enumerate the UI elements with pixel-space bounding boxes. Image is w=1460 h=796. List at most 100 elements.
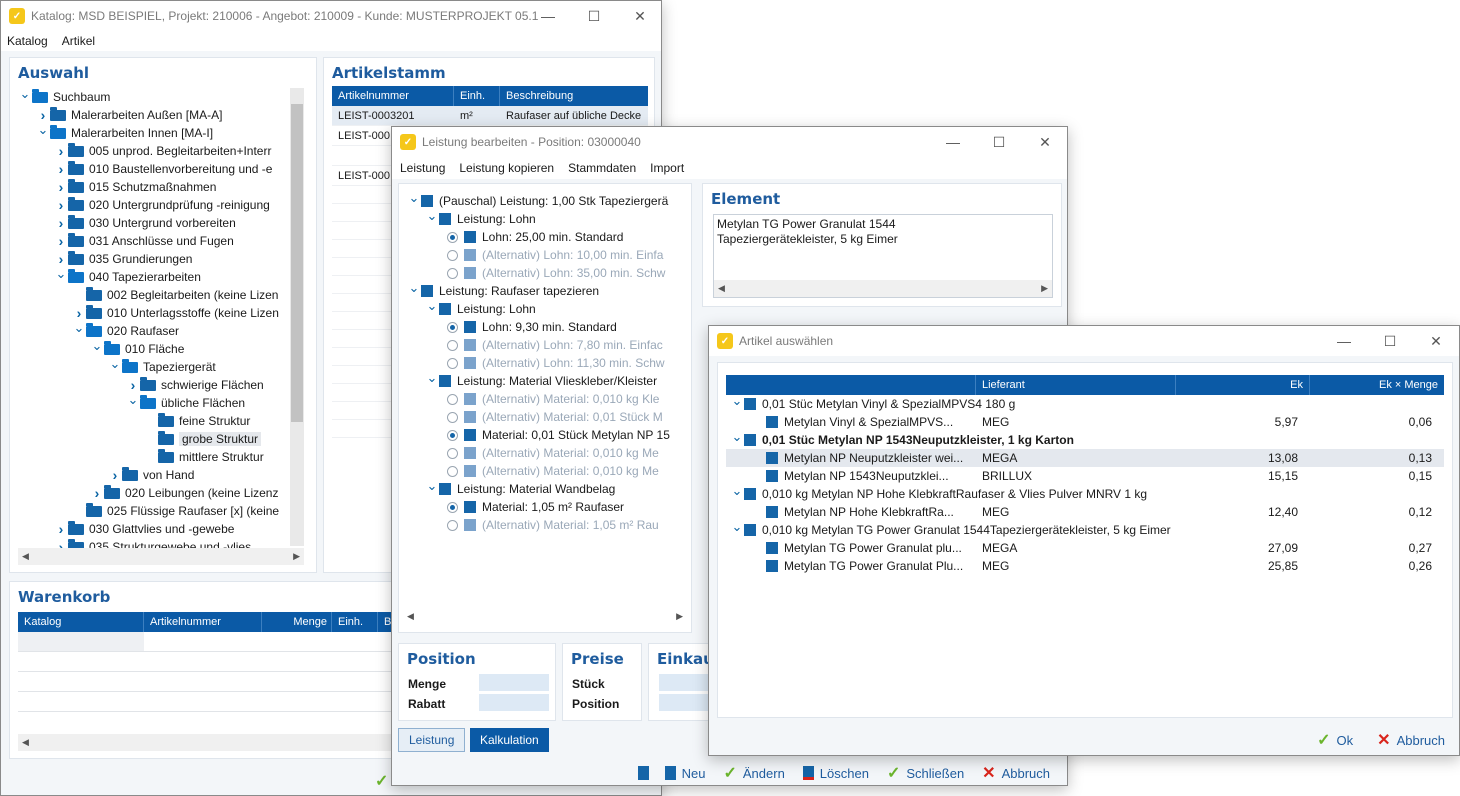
leistung-hscroll[interactable]: ◀ ▶ — [403, 608, 687, 625]
group-row[interactable]: ⌄ 0,010 kg Metylan TG Power Granulat 1544… — [726, 521, 1444, 539]
element-textbox[interactable]: Metylan TG Power Granulat 1544 Tapezierg… — [713, 214, 1053, 298]
tree-node[interactable]: › von Hand — [18, 466, 290, 484]
tree-node[interactable]: ⌄ 040 Tapezierarbeiten — [18, 266, 290, 286]
menu-stammdaten[interactable]: Stammdaten — [568, 161, 636, 175]
col-einheit[interactable]: Einh. — [454, 86, 500, 106]
radio-button[interactable] — [447, 519, 458, 531]
schliessen-button[interactable]: ✓ Schließen — [887, 763, 964, 783]
chevron-down-icon[interactable]: ⌄ — [730, 432, 744, 445]
menu-import[interactable]: Import — [650, 161, 684, 175]
menu-leistung-kopieren[interactable]: Leistung kopieren — [459, 161, 554, 175]
scroll-left-icon[interactable]: ◀ — [407, 611, 414, 622]
radio-button[interactable] — [447, 465, 458, 477]
chevron-right-icon[interactable]: › — [54, 215, 68, 231]
col-artikelnummer[interactable]: Artikelnummer — [144, 612, 262, 632]
tree-node[interactable]: › schwierige Flächen — [18, 376, 290, 394]
aendern-button[interactable]: ✓ Ändern — [723, 763, 784, 783]
chevron-right-icon[interactable]: › — [54, 539, 68, 548]
maximize-button[interactable]: ☐ — [976, 127, 1022, 157]
tree-node[interactable]: ⌄ übliche Flächen — [18, 392, 290, 412]
leistung-tree-node[interactable]: ⌄ Leistung: Raufaser tapezieren — [407, 280, 687, 300]
menu-artikel[interactable]: Artikel — [62, 34, 95, 48]
radio-button[interactable] — [447, 267, 458, 279]
leistung-tree-node[interactable]: (Alternativ) Lohn: 11,30 min. Schw — [407, 354, 687, 372]
col-artikel[interactable] — [726, 375, 976, 395]
radio-button[interactable] — [447, 501, 458, 513]
auswahl-hscroll[interactable]: ◀ ▶ — [18, 548, 304, 565]
leistung-tree-node[interactable]: (Alternativ) Material: 1,05 m² Rau — [407, 516, 687, 534]
ok-button[interactable]: ✓ Ok — [1317, 730, 1353, 750]
tree-node[interactable]: › 015 Schutzmaßnahmen — [18, 178, 290, 196]
col-ek-menge[interactable]: Ek × Menge — [1310, 375, 1444, 395]
tree-node[interactable]: › 010 Unterlagsstoffe (keine Lizen — [18, 304, 290, 322]
tree-node[interactable]: › 030 Glattvlies und -gewebe — [18, 520, 290, 538]
chevron-down-icon[interactable]: ⌄ — [72, 320, 86, 336]
list-item[interactable]: Metylan Vinyl & SpezialMPVS... MEG 5,97 0,0… — [726, 413, 1444, 431]
list-item[interactable]: Metylan NP 1543Neuputzklei... BRILLUX 15,1… — [726, 467, 1444, 485]
tree-node[interactable]: mittlere Struktur — [18, 448, 290, 466]
scroll-right-icon[interactable]: ▶ — [676, 611, 683, 622]
chevron-down-icon[interactable]: ⌄ — [730, 522, 744, 535]
chevron-down-icon[interactable]: ⌄ — [126, 392, 140, 408]
menge-field[interactable] — [479, 674, 549, 691]
tree-node[interactable]: › 010 Baustellenvorbereitung und -e — [18, 160, 290, 178]
list-item[interactable]: Metylan NP Hohe KlebkraftRa... MEG 12,40 0,… — [726, 503, 1444, 521]
chevron-right-icon[interactable]: › — [54, 143, 68, 159]
abbruch-button[interactable]: ✕ Abbruch — [982, 763, 1050, 783]
col-artikelnummer[interactable]: Artikelnummer — [332, 86, 454, 106]
tree-node[interactable]: 002 Begleitarbeiten (keine Lizen — [18, 286, 290, 304]
chevron-right-icon[interactable]: › — [54, 161, 68, 177]
leistung-tree-node[interactable]: ⌄ Leistung: Material Vlieskleber/Kleister — [407, 370, 687, 390]
leistung-tree-node[interactable]: Material: 0,01 Stück Metylan NP 15 — [407, 426, 687, 444]
radio-button[interactable] — [447, 231, 458, 243]
tree-node[interactable]: › Malerarbeiten Außen [MA-A] — [18, 106, 290, 124]
chevron-down-icon[interactable]: ⌄ — [425, 208, 439, 224]
tab-leistung[interactable]: Leistung — [398, 728, 466, 752]
chevron-down-icon[interactable]: ⌄ — [407, 280, 421, 296]
abbruch-button[interactable]: ✕ Abbruch — [1377, 730, 1445, 750]
tree-node[interactable]: › 005 unprod. Begleitarbeiten+Interr — [18, 142, 290, 160]
neu-button[interactable]: Neu — [637, 766, 705, 781]
chevron-down-icon[interactable]: ⌄ — [425, 478, 439, 494]
auswahl-vscroll-thumb[interactable] — [291, 104, 303, 422]
scroll-left-icon[interactable]: ◀ — [22, 551, 29, 562]
col-lieferant[interactable]: Lieferant — [976, 375, 1176, 395]
col-beschreibung[interactable]: Beschreibung — [500, 86, 648, 106]
close-button[interactable]: ✕ — [617, 1, 661, 31]
loeschen-button[interactable]: Löschen — [802, 766, 869, 781]
tree-node[interactable]: ⌄ 010 Fläche — [18, 338, 290, 358]
rabatt-field[interactable] — [479, 694, 549, 711]
chevron-right-icon[interactable]: › — [126, 377, 140, 393]
group-row[interactable]: ⌄ 0,010 kg Metylan NP Hohe KlebkraftRaufa… — [726, 485, 1444, 503]
tree-node[interactable]: › 030 Untergrund vorbereiten — [18, 214, 290, 232]
leistung-tree-node[interactable]: (Alternativ) Material: 0,010 kg Me — [407, 444, 687, 462]
tree-node[interactable]: grobe Struktur — [18, 430, 290, 448]
chevron-right-icon[interactable]: › — [72, 305, 86, 321]
chevron-down-icon[interactable]: ⌄ — [730, 396, 744, 409]
tree-node[interactable]: › 020 Leibungen (keine Lizenz — [18, 484, 290, 502]
group-row[interactable]: ⌄ 0,01 Stüc Metylan NP 1543Neuputzkleiste… — [726, 431, 1444, 449]
chevron-right-icon[interactable]: › — [54, 521, 68, 537]
auswahl-vscroll[interactable] — [290, 88, 304, 546]
chevron-right-icon[interactable]: › — [108, 467, 122, 483]
leistung-tree-node[interactable]: Lohn: 9,30 min. Standard — [407, 318, 687, 336]
chevron-right-icon[interactable]: › — [54, 197, 68, 213]
tab-kalkulation[interactable]: Kalkulation — [470, 728, 549, 752]
radio-button[interactable] — [447, 339, 458, 351]
col-einheit[interactable]: Einh. — [332, 612, 378, 632]
scroll-left-icon[interactable]: ◀ — [22, 737, 29, 748]
menu-leistung[interactable]: Leistung — [400, 161, 445, 175]
tree-node[interactable]: 025 Flüssige Raufaser [x] (keine — [18, 502, 290, 520]
minimize-button[interactable]: — — [1321, 326, 1367, 356]
radio-button[interactable] — [447, 321, 458, 333]
col-ek[interactable]: Ek — [1176, 375, 1310, 395]
maximize-button[interactable]: ☐ — [571, 1, 617, 31]
tree-node[interactable]: ⌄ Suchbaum — [18, 88, 290, 106]
scroll-right-icon[interactable]: ▶ — [1041, 281, 1048, 296]
tree-node[interactable]: feine Struktur — [18, 412, 290, 430]
tree-node[interactable]: ⌄ 020 Raufaser — [18, 320, 290, 340]
chevron-right-icon[interactable]: › — [54, 179, 68, 195]
radio-button[interactable] — [447, 447, 458, 459]
leistung-tree-node[interactable]: (Alternativ) Lohn: 10,00 min. Einfa — [407, 246, 687, 264]
radio-button[interactable] — [447, 357, 458, 369]
